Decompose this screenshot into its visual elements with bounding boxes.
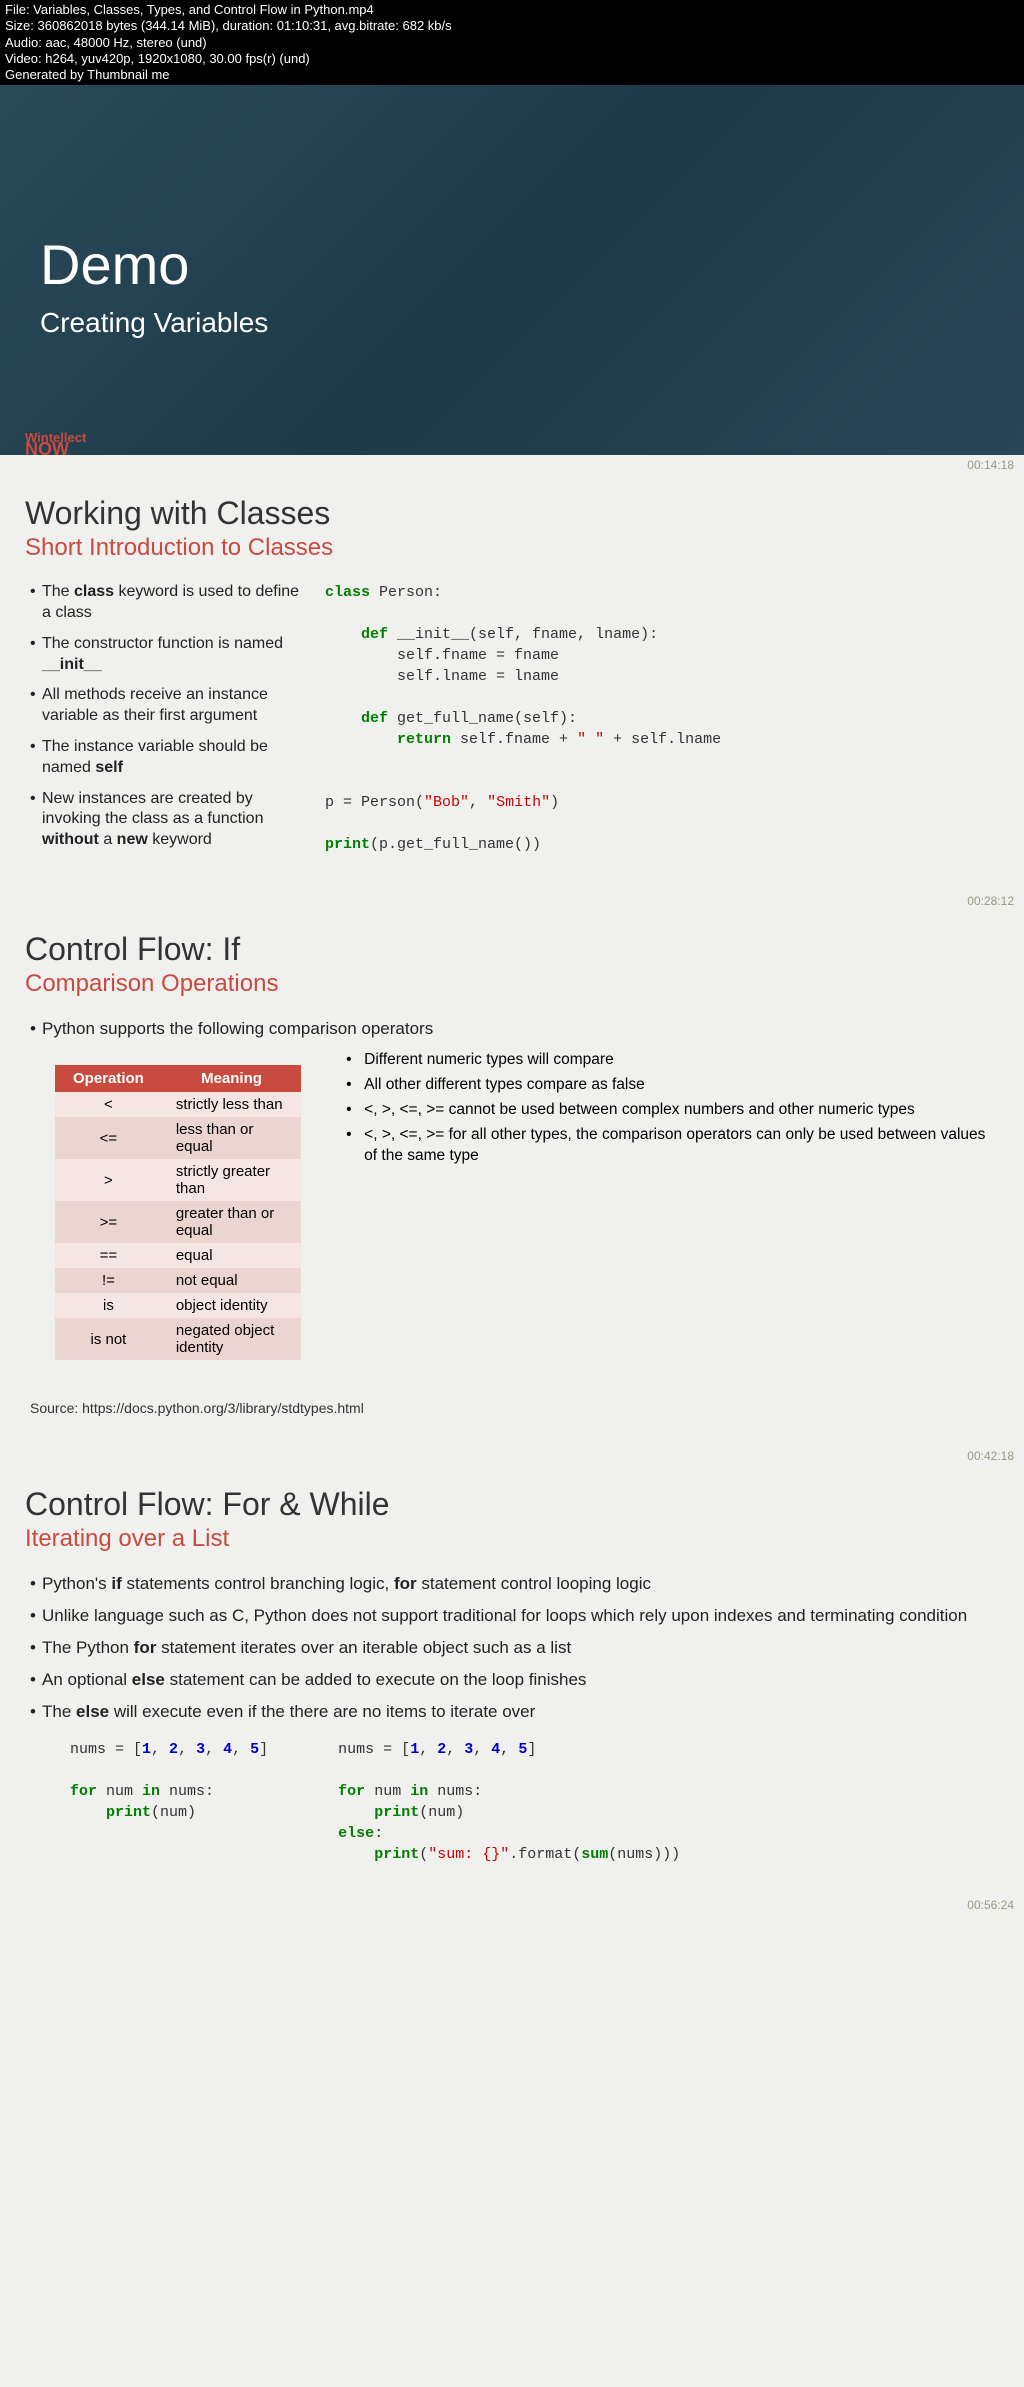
slide1-bullets: The class keyword is used to define a cl…: [25, 582, 305, 851]
list-item: An optional else statement can be added …: [30, 1669, 999, 1691]
slide2-bullets: Python supports the following comparison…: [25, 1018, 999, 1040]
slide2-subtitle: Comparison Operations: [25, 970, 999, 998]
list-item: The instance variable should be named se…: [30, 737, 305, 779]
comparison-notes: Different numeric types will compare All…: [331, 1050, 999, 1171]
timestamp-3: 00:42:18: [0, 1446, 1024, 1466]
slide-classes: Working with Classes Short Introduction …: [0, 475, 1024, 891]
list-item: The constructor function is named __init…: [30, 634, 305, 676]
code-class-example: class Person: def __init__(self, fname, …: [325, 582, 999, 855]
table-row: >=greater than or equal: [55, 1201, 301, 1243]
video-line: Video: h264, yuv420p, 1920x1080, 30.00 f…: [5, 51, 1019, 67]
list-item: New instances are created by invoking th…: [30, 789, 305, 851]
demo-title: Demo: [40, 232, 984, 297]
operators-table: Operation Meaning <strictly less than<=l…: [55, 1065, 301, 1360]
list-item: All methods receive an instance variable…: [30, 685, 305, 727]
table-row: is notnegated object identity: [55, 1318, 301, 1360]
th-meaning: Meaning: [162, 1065, 301, 1092]
list-item: The else will execute even if the there …: [30, 1701, 999, 1723]
list-item: <, >, <=, >= for all other types, the co…: [346, 1125, 999, 1167]
slide2-title: Control Flow: If: [25, 931, 999, 968]
size-line: Size: 360862018 bytes (344.14 MiB), dura…: [5, 18, 1019, 34]
timestamp-2: 00:28:12: [0, 891, 1024, 911]
list-item: Unlike language such as C, Python does n…: [30, 1605, 999, 1627]
list-item: The class keyword is used to define a cl…: [30, 582, 305, 624]
timestamp-4: 00:56:24: [0, 1895, 1024, 1915]
timestamp-1: 00:14:18: [0, 455, 1024, 475]
video-metadata-header: File: Variables, Classes, Types, and Con…: [0, 0, 1024, 85]
list-item: Python supports the following comparison…: [30, 1018, 999, 1040]
slide3-subtitle: Iterating over a List: [25, 1525, 999, 1553]
file-line: File: Variables, Classes, Types, and Con…: [5, 2, 1019, 18]
code-for-example-1: nums = [1, 2, 3, 4, 5] for num in nums: …: [70, 1739, 268, 1865]
list-item: The Python for statement iterates over a…: [30, 1637, 999, 1659]
slide3-title: Control Flow: For & While: [25, 1486, 999, 1523]
table-row: <strictly less than: [55, 1092, 301, 1117]
demo-slide: Demo Creating Variables Wintellect NOW: [0, 85, 1024, 455]
table-row: <=less than or equal: [55, 1117, 301, 1159]
th-operation: Operation: [55, 1065, 162, 1092]
demo-subtitle: Creating Variables: [40, 307, 984, 339]
list-item: Python's if statements control branching…: [30, 1573, 999, 1595]
now-logo: NOW: [25, 439, 69, 460]
slide-if: Control Flow: If Comparison Operations P…: [0, 911, 1024, 1446]
list-item: <, >, <=, >= cannot be used between comp…: [346, 1100, 999, 1121]
table-row: ==equal: [55, 1243, 301, 1268]
audio-line: Audio: aac, 48000 Hz, stereo (und): [5, 35, 1019, 51]
gen-line: Generated by Thumbnail me: [5, 67, 1019, 83]
list-item: All other different types compare as fal…: [346, 1075, 999, 1096]
slide1-title: Working with Classes: [25, 495, 999, 532]
table-row: isobject identity: [55, 1293, 301, 1318]
table-row: !=not equal: [55, 1268, 301, 1293]
slide-for-while: Control Flow: For & While Iterating over…: [0, 1466, 1024, 1894]
list-item: Different numeric types will compare: [346, 1050, 999, 1071]
slide1-subtitle: Short Introduction to Classes: [25, 534, 999, 562]
code-for-example-2: nums = [1, 2, 3, 4, 5] for num in nums: …: [338, 1739, 680, 1865]
source-citation: Source: https://docs.python.org/3/librar…: [25, 1400, 999, 1416]
slide3-bullets: Python's if statements control branching…: [25, 1573, 999, 1723]
table-row: >strictly greater than: [55, 1159, 301, 1201]
